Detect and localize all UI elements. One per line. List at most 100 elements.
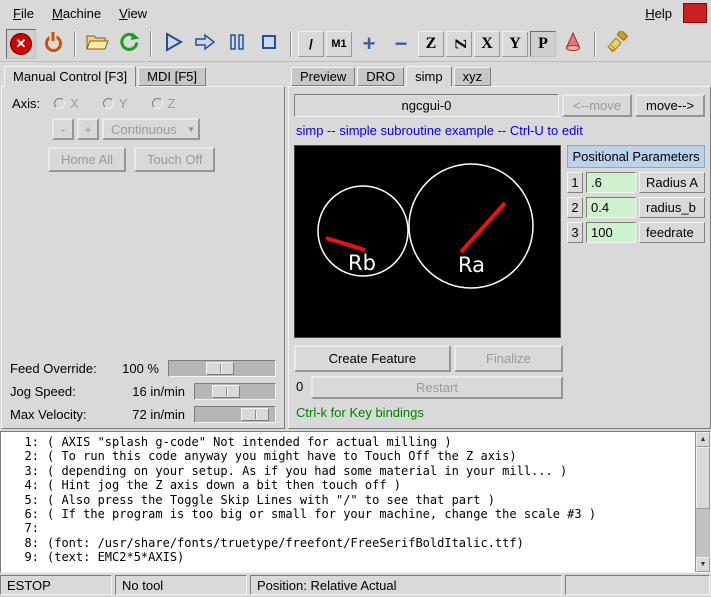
open-file-button[interactable] xyxy=(82,29,112,59)
touch-off-button[interactable]: Touch Off xyxy=(134,147,215,172)
menu-view[interactable]: View xyxy=(110,3,156,24)
reload-icon xyxy=(118,31,140,56)
scrollbar-down-arrow[interactable]: ▼ xyxy=(696,557,710,572)
view-side-button[interactable]: X xyxy=(474,31,500,57)
gcode-line: 6:( If the program is too big or small f… xyxy=(1,507,695,521)
toggle-skip-lines-button[interactable]: / xyxy=(298,31,324,57)
jog-row: - + Continuous ▼ xyxy=(4,116,282,142)
max-velocity-handle[interactable] xyxy=(241,408,269,421)
axis-x-radio[interactable]: X xyxy=(54,96,79,111)
param-1-index: 1 xyxy=(567,172,583,193)
gcode-line: 4:( Hint jog the Z axis down a bit then … xyxy=(1,478,695,492)
gcode-line: 2:( To run this code anyway you might ha… xyxy=(1,449,695,463)
jog-speed-handle[interactable] xyxy=(212,385,240,398)
menubar: File Machine View Help xyxy=(0,0,711,26)
machine-state-status: ESTOP xyxy=(0,575,112,595)
ngcgui-name-entry[interactable]: ngcgui-0 xyxy=(294,94,559,117)
max-velocity-slider[interactable] xyxy=(194,406,276,423)
clear-plot-button[interactable] xyxy=(602,29,632,59)
zoom-in-button[interactable]: + xyxy=(354,29,384,59)
manual-notebook-tabs: Manual Control [F3] MDI [F5] xyxy=(1,63,285,86)
pause-button[interactable] xyxy=(222,29,252,59)
power-icon xyxy=(45,35,62,52)
status-filler xyxy=(565,575,710,595)
scrollbar-thumb[interactable] xyxy=(696,447,710,509)
view-front-button[interactable]: Y xyxy=(502,31,528,57)
menu-help[interactable]: Help xyxy=(636,3,681,24)
scrollbar-track[interactable] xyxy=(696,447,710,557)
view-rotated-top-button[interactable]: Z xyxy=(446,31,472,57)
view-perspective-button[interactable]: P xyxy=(530,31,556,57)
home-all-button[interactable]: Home All xyxy=(48,147,126,172)
rotate-view-button[interactable] xyxy=(558,29,588,59)
toolbar: ✕ xyxy=(0,26,711,62)
ngcgui-work-row: Rb Ra Positional Parameters 1 Radius A 2 xyxy=(294,145,705,338)
param-1-name: Radius A xyxy=(639,172,705,193)
jog-speed-label: Jog Speed: xyxy=(10,384,76,399)
move-right-button[interactable]: move--> xyxy=(635,94,705,117)
feed-override-label: Feed Override: xyxy=(10,361,97,376)
axis-y-radio[interactable]: Y xyxy=(103,96,128,111)
jog-speed-slider[interactable] xyxy=(194,383,276,400)
param-3-entry[interactable] xyxy=(586,222,636,243)
preview-notebook-tabs: Preview DRO simp xyz xyxy=(288,63,711,86)
tab-preview[interactable]: Preview xyxy=(291,67,355,86)
play-icon xyxy=(162,31,184,56)
max-velocity-row: Max Velocity: 72 in/min xyxy=(4,403,282,426)
toggle-optional-pause-button[interactable]: M1 xyxy=(326,31,352,57)
axis-z-radio[interactable]: Z xyxy=(152,96,176,111)
jog-mode-dropdown[interactable]: Continuous ▼ xyxy=(102,118,200,140)
view-top-button[interactable]: Z xyxy=(418,31,444,57)
menu-machine[interactable]: Machine xyxy=(43,3,110,24)
radio-circle-icon xyxy=(103,98,114,109)
gcode-scrollbar[interactable]: ▲ ▼ xyxy=(695,432,710,572)
gcode-area: 1:( AXIS "splash g-code" Not intended fo… xyxy=(0,431,711,573)
stop-button[interactable] xyxy=(254,29,284,59)
tab-mdi[interactable]: MDI [F5] xyxy=(138,67,206,86)
ngcgui-restart-row: 0 Restart xyxy=(294,376,563,399)
menu-file[interactable]: File xyxy=(4,3,43,24)
tab-xyz[interactable]: xyz xyxy=(454,67,492,86)
estop-icon: ✕ xyxy=(10,33,32,55)
tab-dro[interactable]: DRO xyxy=(357,67,404,86)
machine-power-button[interactable] xyxy=(38,29,68,59)
zoom-out-button[interactable]: − xyxy=(386,29,416,59)
scrollbar-up-arrow[interactable]: ▲ xyxy=(696,432,710,447)
view-z-label: Z xyxy=(426,35,437,53)
restart-button[interactable]: Restart xyxy=(311,376,563,399)
axis-z-label: Z xyxy=(168,96,176,111)
gcode-line: 3:( depending on your setup. As if you h… xyxy=(1,464,695,478)
manual-control-panel: Axis: X Y Z - + xyxy=(1,86,285,429)
feature-count: 0 xyxy=(294,376,308,399)
ngcgui-action-row: Create Feature Finalize xyxy=(294,345,563,372)
jog-plus-button[interactable]: + xyxy=(77,118,99,140)
tab-manual-control[interactable]: Manual Control [F3] xyxy=(4,66,136,87)
move-left-button[interactable]: <--move xyxy=(562,94,632,117)
feed-override-handle[interactable] xyxy=(206,362,234,375)
tab-simp[interactable]: simp xyxy=(406,66,451,87)
gcode-line: 9:(text: EMC2*5*AXIS) xyxy=(1,550,695,564)
subroutine-preview-canvas[interactable]: Rb Ra xyxy=(294,145,561,338)
reload-file-button[interactable] xyxy=(114,29,144,59)
ngcgui-panel: ngcgui-0 <--move move--> simp -- simple … xyxy=(288,86,711,429)
create-feature-button[interactable]: Create Feature xyxy=(294,345,451,372)
feed-override-slider[interactable] xyxy=(168,360,276,377)
positional-parameters: Positional Parameters 1 Radius A 2 radiu… xyxy=(567,145,705,338)
jog-mode-value: Continuous xyxy=(111,122,177,137)
step-line-button[interactable] xyxy=(190,29,220,59)
estop-button[interactable]: ✕ xyxy=(6,29,36,59)
axis-y-label: Y xyxy=(119,96,128,111)
jog-speed-row: Jog Speed: 16 in/min xyxy=(4,380,282,403)
axis-label: Axis: xyxy=(12,96,40,111)
jog-minus-button[interactable]: - xyxy=(52,118,74,140)
gcode-listing[interactable]: 1:( AXIS "splash g-code" Not intended fo… xyxy=(1,432,695,572)
key-bindings-hint: Ctrl-k for Key bindings xyxy=(296,405,703,420)
param-2-entry[interactable] xyxy=(586,197,636,218)
run-program-button[interactable] xyxy=(158,29,188,59)
view-x-label: X xyxy=(481,35,493,53)
param-1-entry[interactable] xyxy=(586,172,636,193)
window-close-button[interactable] xyxy=(683,3,707,23)
finalize-button[interactable]: Finalize xyxy=(454,345,563,372)
step-arrow-icon xyxy=(193,31,217,56)
radius-a-canvas-label: Ra xyxy=(458,253,485,277)
